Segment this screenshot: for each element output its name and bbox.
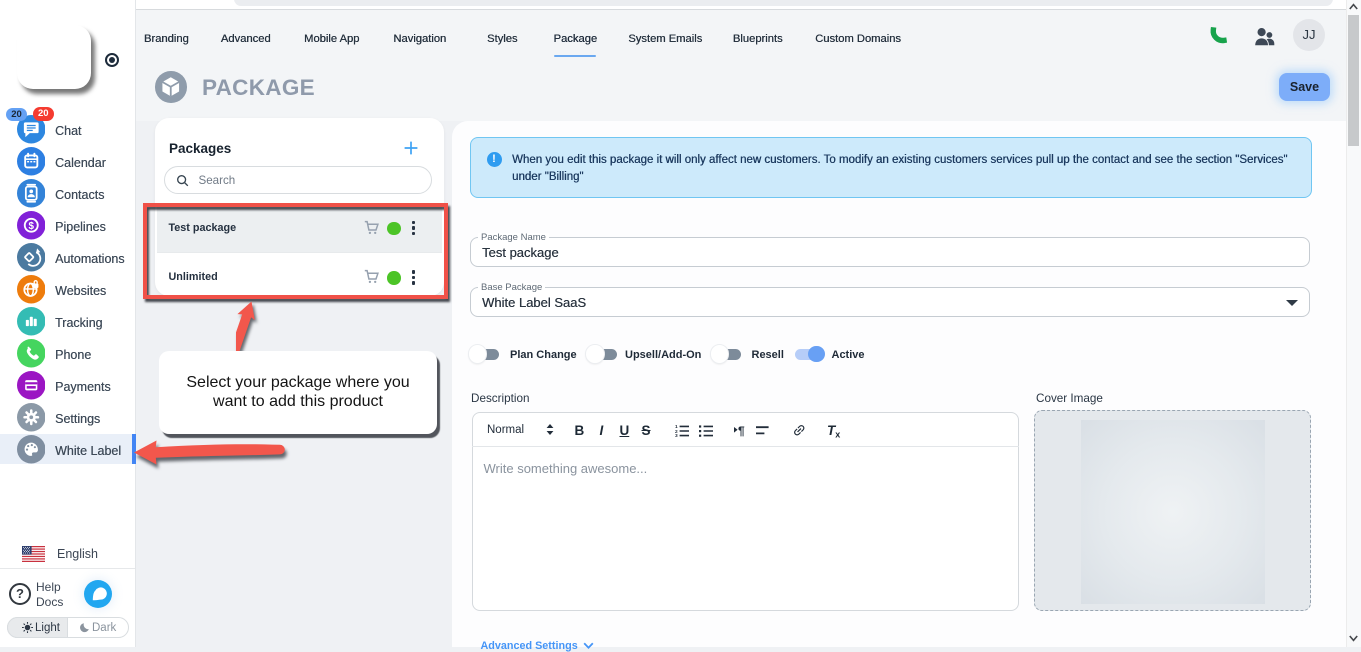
svg-text:3: 3 xyxy=(675,433,678,437)
svg-text:$: $ xyxy=(28,221,34,232)
svg-text:¶: ¶ xyxy=(738,424,745,437)
